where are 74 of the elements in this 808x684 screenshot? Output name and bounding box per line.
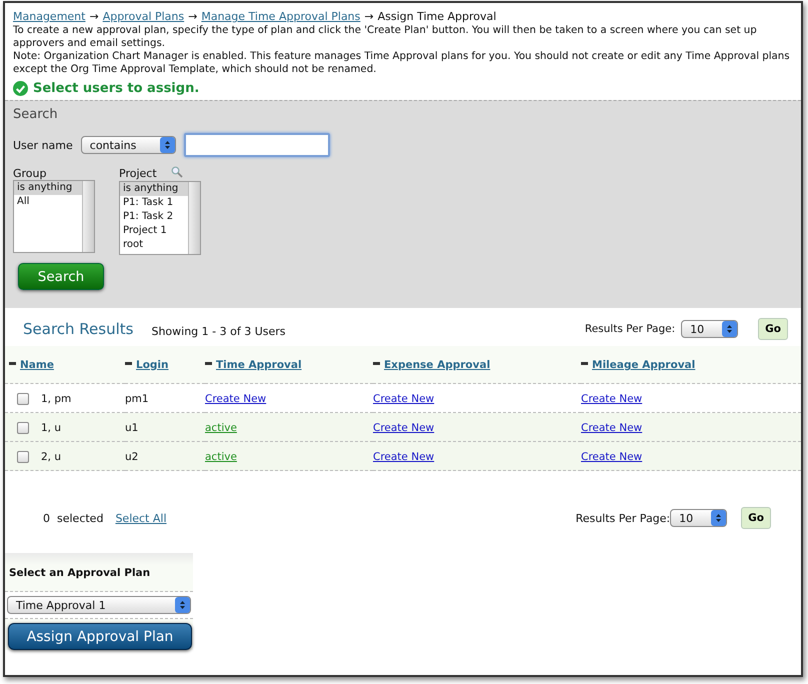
column-header[interactable]: Name	[20, 359, 54, 371]
breadcrumb-separator: →	[188, 10, 198, 23]
go-button[interactable]: Go	[741, 507, 771, 530]
collapse-icon[interactable]	[9, 362, 16, 366]
result-count: Showing 1 - 3 of 3 Users	[151, 324, 286, 338]
stepper-icon	[175, 597, 190, 614]
intro-text: To create a new approval plan, specify the type of plan and click the 'Create Plan' button. You will then be taken to a screen where you can set up approvers and email settings.	[13, 24, 758, 50]
list-option[interactable]: P1: Task 1	[120, 196, 188, 210]
collapse-icon[interactable]	[125, 362, 132, 366]
per-page-dropdown[interactable]: 10	[681, 320, 738, 338]
approval-link[interactable]: active	[205, 422, 237, 434]
approval-plan-dropdown[interactable]: Time Approval 1	[7, 596, 191, 614]
approval-link[interactable]: active	[205, 451, 237, 464]
field-label: Results Per Page:	[576, 512, 670, 525]
select-all-link[interactable]: Select All	[115, 512, 167, 525]
panel-title: Search	[13, 107, 59, 122]
breadcrumb-separator: →	[89, 10, 99, 23]
search-icon[interactable]	[170, 166, 183, 178]
selected-count: 0 selected	[43, 512, 104, 525]
list-option[interactable]: Project 1	[120, 224, 188, 238]
search-button[interactable]: Search	[18, 263, 104, 290]
collapse-icon[interactable]	[205, 362, 212, 366]
approval-link[interactable]: Create New	[581, 393, 642, 406]
field-label: Project	[119, 167, 157, 180]
note-text: Note: Organization Chart Manager is enabled. This feature manages Time Approval plans for you. You should not create or edit any Time Approval plans except the Org Time Approval Template, which should not be renamed.	[13, 50, 791, 76]
approval-link[interactable]: Create New	[205, 393, 266, 406]
stepper-icon	[722, 321, 738, 337]
section-title: Search Results	[23, 320, 134, 338]
table-cell: pm1	[125, 393, 149, 406]
list-option[interactable]: is anything	[120, 182, 188, 196]
table-cell: 1, pm	[41, 393, 72, 405]
list-option[interactable]: root	[120, 238, 188, 252]
breadcrumb-link[interactable]: Management	[13, 10, 86, 23]
approval-link[interactable]: Create New	[581, 451, 642, 464]
approval-link[interactable]: Create New	[373, 422, 434, 434]
stepper-icon	[160, 137, 175, 153]
collapse-icon[interactable]	[373, 362, 380, 366]
row-checkbox[interactable]	[17, 451, 29, 464]
group-listbox[interactable]: is anything All	[13, 180, 95, 253]
breadcrumb-current: Assign Time Approval	[378, 10, 496, 23]
collapse-icon[interactable]	[581, 362, 588, 366]
user-name-field[interactable]	[184, 133, 330, 157]
scrollbar[interactable]	[188, 182, 200, 254]
per-page-dropdown[interactable]: 10	[670, 509, 728, 528]
approval-link[interactable]: Create New	[373, 393, 434, 406]
status-message: Select users to assign.	[33, 81, 200, 96]
table-cell: 2, u	[41, 451, 62, 464]
project-listbox[interactable]: is anything P1: Task 1 P1: Task 2 Project 1 root	[119, 181, 201, 255]
scrollbar[interactable]	[82, 181, 94, 252]
check-icon	[13, 81, 28, 96]
field-label: User name	[13, 138, 73, 152]
field-label: Group	[13, 167, 48, 180]
table-cell: u2	[125, 451, 138, 464]
row-checkbox[interactable]	[17, 422, 29, 434]
column-header[interactable]: Login	[136, 359, 168, 371]
assign-button[interactable]: Assign Approval Plan	[8, 623, 192, 650]
row-checkbox[interactable]	[17, 393, 29, 406]
table-cell: 1, u	[41, 422, 62, 434]
column-header[interactable]: Time Approval	[216, 359, 302, 371]
stepper-icon	[711, 510, 726, 526]
list-option[interactable]: All	[14, 195, 82, 209]
list-option[interactable]: P1: Task 2	[120, 210, 188, 224]
column-header[interactable]: Mileage Approval	[592, 359, 696, 371]
field-label: Results Per Page:	[584, 323, 676, 335]
column-header[interactable]: Expense Approval	[384, 359, 490, 371]
breadcrumb-separator: →	[364, 10, 374, 23]
approval-link[interactable]: Create New	[581, 422, 642, 434]
go-button[interactable]: Go	[758, 318, 788, 340]
breadcrumb-link[interactable]: Approval Plans	[102, 10, 184, 23]
approval-link[interactable]: Create New	[373, 451, 434, 464]
table-cell: u1	[125, 422, 138, 434]
operator-dropdown[interactable]: contains	[80, 136, 176, 154]
breadcrumb-link[interactable]: Manage Time Approval Plans	[201, 10, 360, 23]
list-option[interactable]: is anything	[14, 181, 82, 195]
